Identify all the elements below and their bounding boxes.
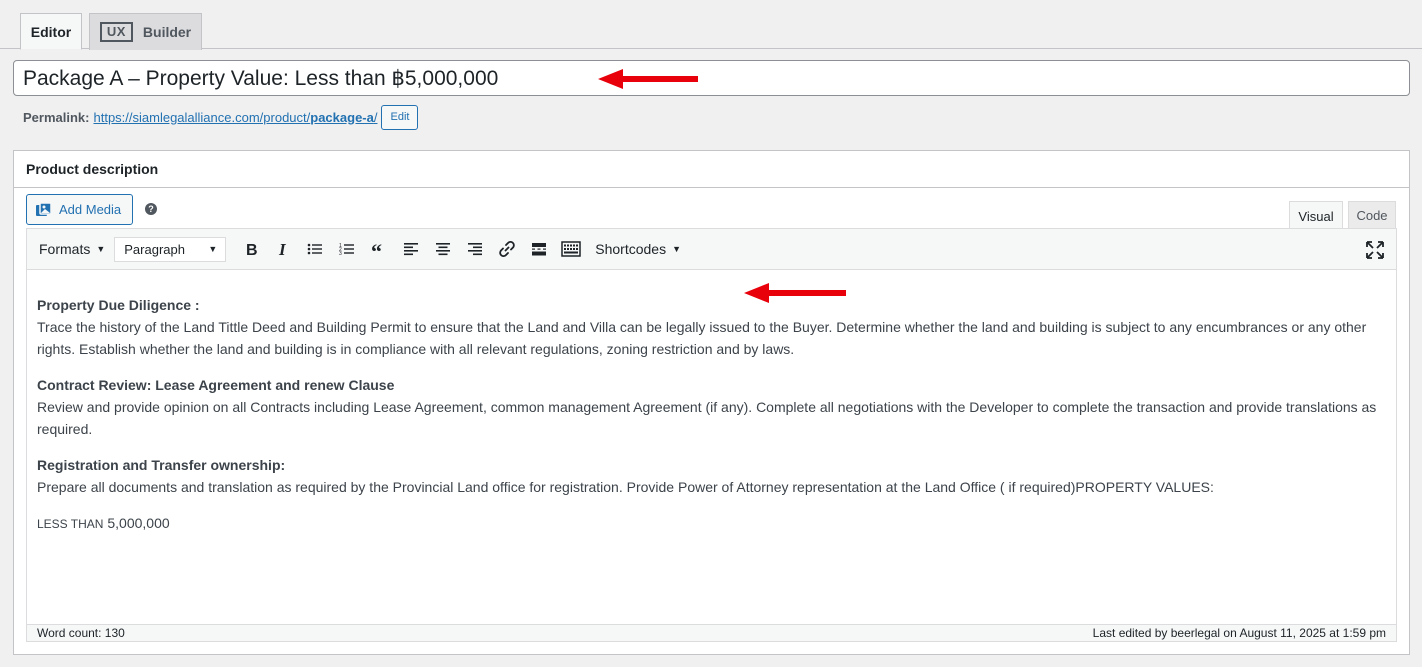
media-icon — [36, 201, 52, 216]
wysiwyg-editor: Formats ▼ Paragraph ▼ B I 1 2 3 “ Shortc… — [26, 228, 1397, 642]
section-heading: Property Due Diligence : — [37, 297, 200, 313]
svg-text:3: 3 — [339, 251, 342, 257]
content-section-due-diligence: Property Due Diligence : Trace the histo… — [37, 294, 1386, 360]
red-arrow-annotation — [598, 69, 698, 89]
postbox-title: Product description — [14, 151, 1409, 188]
section-text: Trace the history of the Land Tittle Dee… — [37, 319, 1367, 357]
blockquote-button[interactable]: “ — [363, 235, 395, 263]
fullscreen-icon — [1366, 241, 1384, 259]
add-media-button[interactable]: Add Media — [26, 194, 133, 225]
read-more-icon — [532, 243, 547, 256]
chevron-down-icon: ▼ — [208, 244, 218, 254]
paragraph-select[interactable]: Paragraph ▼ — [114, 236, 227, 262]
product-description-box: Product description Add Media ? Visual C… — [13, 150, 1410, 655]
align-right-button[interactable] — [459, 235, 491, 263]
editor-status-bar: Word count: 130 Last edited by beerlegal… — [27, 624, 1396, 641]
editor-mode-tabs: Editor UX Builder — [0, 0, 1422, 50]
read-more-button[interactable] — [523, 235, 555, 263]
align-left-button[interactable] — [395, 235, 427, 263]
word-count: Word count: 130 — [37, 626, 125, 640]
less-than-value: 5,000,000 — [107, 515, 170, 531]
tab-visual[interactable]: Visual — [1289, 201, 1343, 230]
permalink-link[interactable]: https://siamlegalalliance.com/product/pa… — [93, 110, 377, 125]
shortcodes-label: Shortcodes — [595, 241, 667, 257]
align-left-icon — [404, 243, 419, 256]
bold-button[interactable]: B — [235, 235, 267, 263]
align-center-button[interactable] — [427, 235, 459, 263]
toolbar-toggle-button[interactable] — [555, 235, 587, 263]
help-icon[interactable]: ? — [145, 203, 157, 215]
fullscreen-button[interactable] — [1366, 241, 1384, 259]
align-center-icon — [436, 243, 451, 256]
formats-label: Formats — [39, 241, 91, 257]
numbered-list-button[interactable]: 1 2 3 — [331, 235, 363, 263]
permalink-edit-button[interactable]: Edit — [381, 104, 419, 130]
link-icon — [499, 241, 515, 257]
paragraph-label: Paragraph — [124, 241, 185, 257]
tab-builder-label: Builder — [142, 24, 192, 40]
content-section-registration: Registration and Transfer ownership: Pre… — [37, 454, 1386, 498]
svg-text:“: “ — [371, 241, 382, 257]
tab-code[interactable]: Code — [1348, 201, 1396, 229]
link-button[interactable] — [491, 235, 523, 263]
chevron-down-icon: ▼ — [96, 244, 106, 254]
section-heading: Contract Review: Lease Agreement and ren… — [37, 377, 395, 393]
permalink-row: Permalink: https://siamlegalalliance.com… — [23, 104, 419, 130]
content-section-contract-review: Contract Review: Lease Agreement and ren… — [37, 374, 1386, 440]
editor-content[interactable]: Property Due Diligence : Trace the histo… — [27, 270, 1396, 625]
less-than-label: LESS THAN — [37, 517, 104, 531]
post-title-input[interactable]: Package A – Property Value: Less than ฿5… — [13, 60, 1410, 96]
svg-text:I: I — [278, 241, 287, 257]
chevron-down-icon: ▼ — [672, 244, 682, 254]
blockquote-icon: “ — [371, 241, 382, 257]
align-right-icon — [468, 243, 483, 256]
add-media-label: Add Media — [59, 202, 122, 217]
last-edited: Last edited by beerlegal on August 11, 2… — [1092, 626, 1386, 640]
section-text: Prepare all documents and translation as… — [37, 479, 1214, 495]
permalink-label: Permalink: — [23, 109, 90, 125]
shortcodes-menu[interactable]: Shortcodes ▼ — [595, 241, 681, 257]
red-arrow-annotation — [744, 283, 846, 303]
bullet-list-button[interactable] — [299, 235, 331, 263]
italic-icon: I — [278, 241, 287, 257]
numbered-list-icon: 1 2 3 — [339, 243, 355, 257]
toolbar-toggle-icon — [561, 241, 582, 257]
tab-ux-builder[interactable]: UX Builder — [89, 13, 202, 50]
formats-menu[interactable]: Formats ▼ — [39, 241, 105, 257]
ux-logo: UX — [99, 22, 133, 42]
section-text: Review and provide opinion on all Contra… — [37, 399, 1377, 437]
content-property-value: LESS THAN 5,000,000 — [37, 512, 1386, 535]
tab-editor[interactable]: Editor — [20, 13, 82, 50]
editor-toolbar: Formats ▼ Paragraph ▼ B I 1 2 3 “ Shortc… — [27, 229, 1396, 270]
section-heading: Registration and Transfer ownership: — [37, 457, 286, 473]
svg-text:B: B — [246, 242, 258, 257]
bullet-list-icon — [307, 243, 323, 255]
bold-icon: B — [246, 242, 258, 257]
italic-button[interactable]: I — [267, 235, 299, 263]
